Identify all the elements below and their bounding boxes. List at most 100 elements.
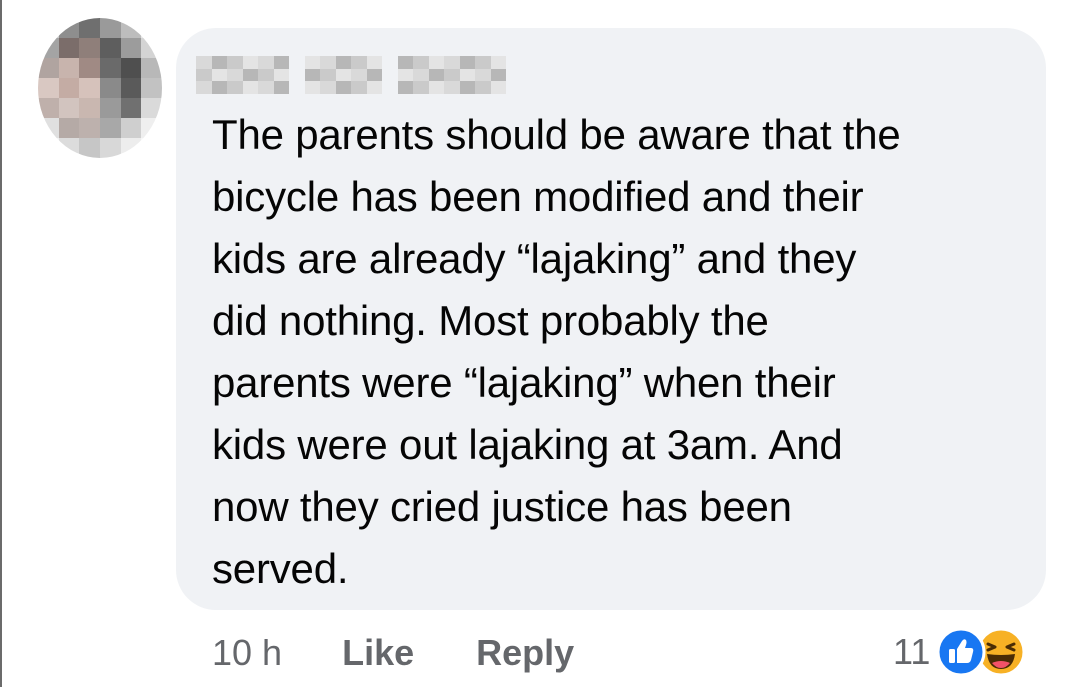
author-name-pixel — [459, 68, 475, 82]
avatar-pixel — [120, 118, 142, 138]
author-name-pixel — [242, 56, 258, 69]
avatar-pixel — [120, 18, 142, 38]
avatar-pixel — [79, 138, 100, 158]
avatar[interactable] — [38, 18, 162, 158]
author-name-pixel — [196, 68, 212, 82]
avatar-pixel — [79, 98, 100, 118]
avatar-pixel — [120, 38, 142, 58]
reactions-summary[interactable]: 11 — [893, 626, 1032, 678]
author-name-pixel — [475, 68, 491, 82]
author-name-pixel — [304, 81, 320, 94]
avatar-pixel — [141, 138, 162, 158]
avatar-pixel — [120, 98, 142, 118]
author-name-pixel — [413, 56, 429, 69]
author-name-pixel — [289, 68, 305, 82]
author-name-pixel — [196, 81, 212, 94]
author-name-pixel — [397, 56, 413, 69]
avatar-pixel — [99, 58, 121, 78]
author-name-pixel — [211, 68, 227, 82]
author-name-pixel — [428, 81, 444, 94]
author-name-pixel — [490, 81, 506, 94]
avatar-pixel — [79, 18, 100, 38]
avatar-pixel — [58, 78, 80, 98]
avatar-pixel — [79, 78, 100, 98]
avatar-pixel — [38, 18, 59, 38]
avatar-pixel — [38, 138, 59, 158]
comment-text-line: now they cried justice has been — [212, 483, 792, 530]
avatar-pixel — [99, 38, 121, 58]
avatar-pixel — [79, 58, 100, 78]
author-name-pixel — [366, 81, 382, 94]
comment-author-name[interactable] — [196, 56, 506, 94]
avatar-pixel — [99, 118, 121, 138]
author-name-pixel — [382, 56, 398, 69]
avatar-pixel — [120, 78, 142, 98]
comment-text-line: kids are already “lajaking” and they — [212, 235, 857, 282]
comment-text-line: did nothing. Most probably the — [212, 297, 769, 344]
author-name-pixel — [227, 81, 243, 94]
author-name-pixel — [459, 81, 475, 94]
author-name-pixel — [273, 81, 289, 94]
comment-text-line: parents were “lajaking” when their — [212, 359, 836, 406]
author-name-pixel — [304, 68, 320, 82]
author-name-pixel — [444, 68, 460, 82]
like-button[interactable]: Like — [342, 632, 414, 674]
reaction-count: 11 — [893, 631, 931, 672]
author-name-pixel — [490, 56, 506, 69]
avatar-pixel — [38, 58, 59, 78]
avatar-pixel — [38, 118, 59, 138]
avatar-pixel — [58, 98, 80, 118]
author-name-pixel — [366, 68, 382, 82]
author-name-pixel — [211, 56, 227, 69]
comment-text-line: served. — [212, 545, 349, 592]
author-name-pixel — [475, 56, 491, 69]
comment-text: The parents should be aware that the bic… — [212, 104, 1022, 600]
author-name-pixel — [444, 56, 460, 69]
avatar-pixel — [58, 58, 80, 78]
author-name-pixel — [351, 81, 367, 94]
avatar-pixel — [141, 78, 162, 98]
avatar-pixel — [38, 38, 59, 58]
author-name-pixel — [335, 81, 351, 94]
author-name-pixel — [273, 56, 289, 69]
author-name-pixel — [397, 68, 413, 82]
avatar-pixel — [141, 18, 162, 38]
author-name-pixel — [227, 56, 243, 69]
avatar-pixel — [58, 38, 80, 58]
author-name-pixel — [258, 56, 274, 69]
author-name-pixel — [273, 68, 289, 82]
comment-timestamp[interactable]: 10 h — [212, 632, 282, 674]
author-name-pixel — [289, 56, 305, 69]
avatar-pixel — [141, 98, 162, 118]
author-name-pixel — [335, 68, 351, 82]
avatar-pixel — [99, 78, 121, 98]
author-name-pixel — [413, 68, 429, 82]
avatar-pixel — [58, 138, 80, 158]
author-name-pixel — [335, 56, 351, 69]
comment-text-line: The parents should be aware that the — [212, 111, 901, 158]
author-name-pixel — [475, 81, 491, 94]
author-name-pixel — [444, 81, 460, 94]
author-name-pixel — [258, 68, 274, 82]
avatar-pixel — [58, 118, 80, 138]
author-name-pixel — [459, 56, 475, 69]
author-name-pixel — [242, 81, 258, 94]
author-name-pixel — [320, 56, 336, 69]
reaction-icons — [936, 626, 1032, 678]
avatar-pixel — [141, 38, 162, 58]
avatar-pixel — [38, 78, 59, 98]
author-name-pixel — [242, 68, 258, 82]
author-name-pixel — [382, 81, 398, 94]
avatar-pixel — [99, 138, 121, 158]
author-name-pixel — [211, 81, 227, 94]
author-name-pixel — [289, 81, 305, 94]
author-name-pixel — [320, 68, 336, 82]
avatar-pixel — [99, 18, 121, 38]
author-name-pixel — [258, 81, 274, 94]
avatar-pixel — [38, 98, 59, 118]
avatar-pixel — [79, 38, 100, 58]
author-name-pixel — [413, 81, 429, 94]
comment-text-line: kids were out lajaking at 3am. And — [212, 421, 843, 468]
author-name-pixel — [428, 68, 444, 82]
reply-button[interactable]: Reply — [476, 632, 574, 674]
